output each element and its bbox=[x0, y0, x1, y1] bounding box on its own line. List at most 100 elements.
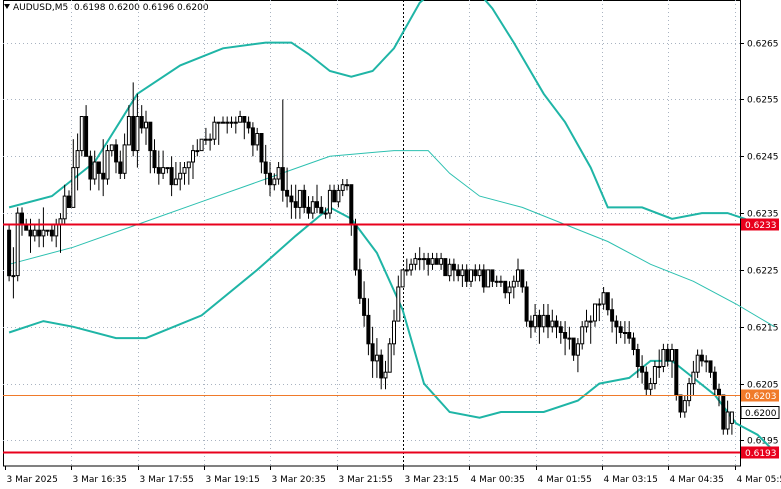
candle-body bbox=[92, 161, 97, 180]
candle-body bbox=[481, 269, 486, 288]
candle-body bbox=[306, 206, 311, 214]
candle bbox=[15, 207, 20, 282]
candle bbox=[417, 247, 422, 270]
candle bbox=[84, 105, 89, 157]
candle-body bbox=[447, 263, 452, 277]
candle bbox=[268, 162, 272, 197]
candle-body bbox=[186, 161, 191, 169]
candle-body bbox=[310, 201, 315, 214]
candle-body bbox=[623, 332, 627, 334]
candle bbox=[88, 150, 93, 191]
band-upper-line bbox=[8, 0, 775, 226]
candle bbox=[644, 366, 649, 395]
x-tick-label: 3 Mar 16:35 bbox=[73, 475, 127, 485]
candle bbox=[439, 252, 444, 270]
candle bbox=[494, 275, 499, 287]
candle bbox=[79, 116, 84, 157]
candle-body bbox=[687, 383, 692, 402]
candle-body bbox=[32, 229, 37, 237]
candle-body bbox=[648, 383, 653, 390]
candle bbox=[165, 167, 170, 174]
candle bbox=[319, 196, 324, 214]
candle bbox=[588, 315, 593, 344]
candle bbox=[447, 258, 452, 282]
x-tick-label: 3 Mar 19:15 bbox=[206, 475, 260, 485]
candle bbox=[212, 116, 217, 145]
candle bbox=[443, 258, 448, 277]
candle-body bbox=[195, 150, 200, 153]
candle-body bbox=[109, 144, 114, 152]
candle bbox=[682, 395, 687, 418]
candle bbox=[614, 315, 619, 344]
candle-body bbox=[691, 371, 696, 385]
candle bbox=[396, 275, 401, 322]
candle-body bbox=[708, 360, 713, 373]
candle-body bbox=[216, 121, 221, 124]
candle-body bbox=[558, 326, 563, 333]
candle-body bbox=[640, 366, 645, 373]
candle-body bbox=[208, 138, 213, 141]
candle-body bbox=[20, 212, 24, 226]
candle-body bbox=[37, 229, 42, 237]
candle-body bbox=[439, 258, 444, 265]
candle bbox=[357, 258, 362, 304]
candle-body bbox=[725, 411, 730, 430]
candle bbox=[280, 99, 285, 202]
candle-body bbox=[79, 116, 84, 152]
candle-body bbox=[323, 212, 328, 215]
candle-body bbox=[413, 258, 418, 265]
candle-body bbox=[396, 286, 401, 322]
candle-body bbox=[601, 292, 606, 305]
candle-body bbox=[45, 229, 50, 232]
candle bbox=[229, 116, 234, 128]
candle bbox=[310, 196, 315, 219]
x-tick-label: 4 Mar 01:55 bbox=[538, 475, 592, 485]
y-tick-label: 0.6205 bbox=[747, 381, 779, 391]
chart-window[interactable]: AUDUSD,M5 0.6198 0.6200 0.6196 0.6200 0.… bbox=[0, 0, 781, 489]
candle bbox=[477, 264, 482, 282]
candle bbox=[37, 218, 42, 248]
candle bbox=[353, 218, 358, 276]
candle-body bbox=[11, 275, 16, 278]
candle-body bbox=[139, 116, 144, 129]
candle-body bbox=[336, 189, 341, 203]
candle bbox=[691, 360, 696, 395]
candle bbox=[109, 144, 114, 157]
candle-body bbox=[597, 303, 602, 306]
candle-body bbox=[516, 269, 520, 282]
x-tick-label: 4 Mar 03:15 bbox=[604, 475, 658, 485]
candle bbox=[708, 360, 713, 378]
candle bbox=[289, 184, 294, 219]
candle-body bbox=[460, 269, 465, 277]
candle-body bbox=[182, 167, 187, 174]
candle-body bbox=[148, 121, 153, 152]
candle-body bbox=[135, 116, 140, 152]
candle bbox=[306, 196, 311, 219]
x-tick-label: 3 Mar 2025 bbox=[7, 475, 58, 485]
candle bbox=[712, 366, 717, 395]
y-tick-label: 0.6265 bbox=[747, 40, 779, 50]
candle bbox=[507, 281, 512, 304]
candle bbox=[362, 281, 367, 327]
candle-body bbox=[71, 167, 76, 208]
candle bbox=[661, 343, 666, 373]
candle bbox=[537, 309, 542, 344]
candle bbox=[315, 184, 319, 214]
candle-body bbox=[246, 121, 251, 129]
candle-body bbox=[567, 337, 572, 340]
candle-body bbox=[400, 269, 405, 288]
candle bbox=[178, 162, 183, 191]
candle bbox=[195, 139, 200, 157]
candle-body bbox=[75, 150, 80, 169]
candle-body bbox=[255, 133, 260, 146]
candle-body bbox=[357, 269, 362, 299]
candle bbox=[481, 264, 486, 293]
candle bbox=[71, 139, 76, 208]
price-level-label: 0.6203 bbox=[745, 392, 777, 402]
price-chart[interactable]: 0.6265 0.6255 0.6245 0.6235 0.6225 0.6215 0.62… bbox=[0, 0, 781, 489]
candle bbox=[276, 162, 281, 185]
candle bbox=[503, 280, 508, 299]
candle-body bbox=[699, 354, 704, 362]
candle-body bbox=[353, 224, 358, 271]
candle-body bbox=[297, 189, 302, 208]
